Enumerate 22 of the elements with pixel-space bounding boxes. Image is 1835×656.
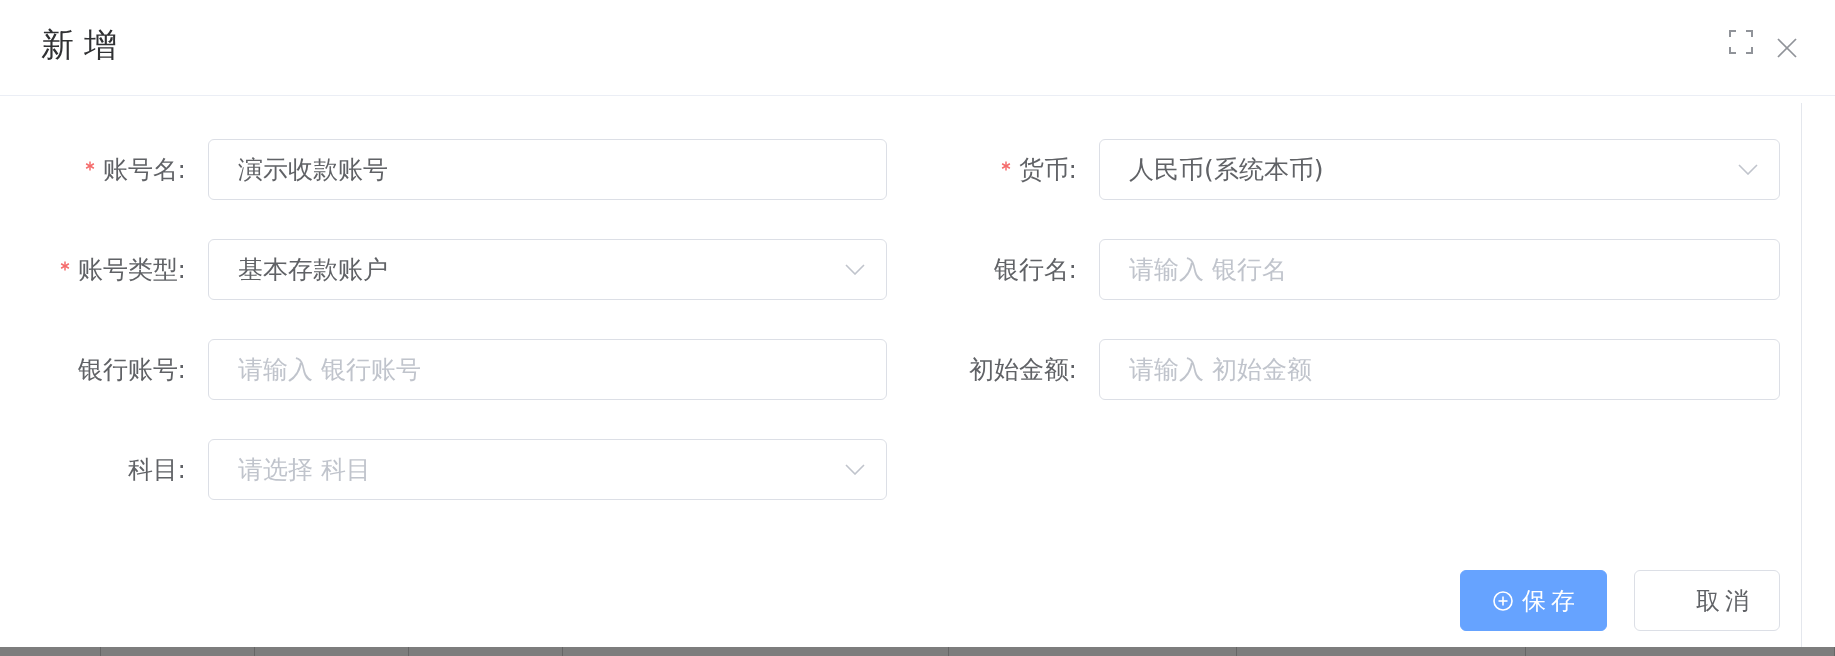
cancel-button[interactable]: 取消 — [1634, 570, 1780, 631]
field-label: 账号名: — [102, 154, 186, 186]
dropdown-select[interactable]: 人民币(系统本币) — [1099, 139, 1780, 200]
dialog-title: 新 增 — [41, 24, 118, 66]
plus-circle-icon — [1493, 590, 1513, 611]
field-label: 银行名: — [993, 254, 1077, 286]
dropdown-select[interactable]: 请选择 科目 — [208, 439, 887, 500]
close-icon[interactable] — [1777, 37, 1797, 58]
text-input[interactable]: 请输入 初始金额 — [1099, 339, 1780, 400]
text-input[interactable]: 演示收款账号 — [208, 139, 887, 200]
field-label: 银行账号: — [77, 354, 186, 386]
fullscreen-icon[interactable] — [1729, 29, 1753, 54]
field-label: 科目: — [127, 454, 186, 486]
chevron-down-icon — [1738, 164, 1758, 175]
field-label: 初始金额: — [968, 354, 1077, 386]
field-label: 账号类型: — [77, 254, 186, 286]
dropdown-select[interactable]: 基本存款账户 — [208, 239, 887, 300]
text-input[interactable]: 请输入 银行账号 — [208, 339, 887, 400]
text-input[interactable]: 请输入 银行名 — [1099, 239, 1780, 300]
chevron-down-icon — [845, 264, 865, 275]
field-label: 货币: — [1018, 154, 1077, 186]
chevron-down-icon — [845, 464, 865, 475]
